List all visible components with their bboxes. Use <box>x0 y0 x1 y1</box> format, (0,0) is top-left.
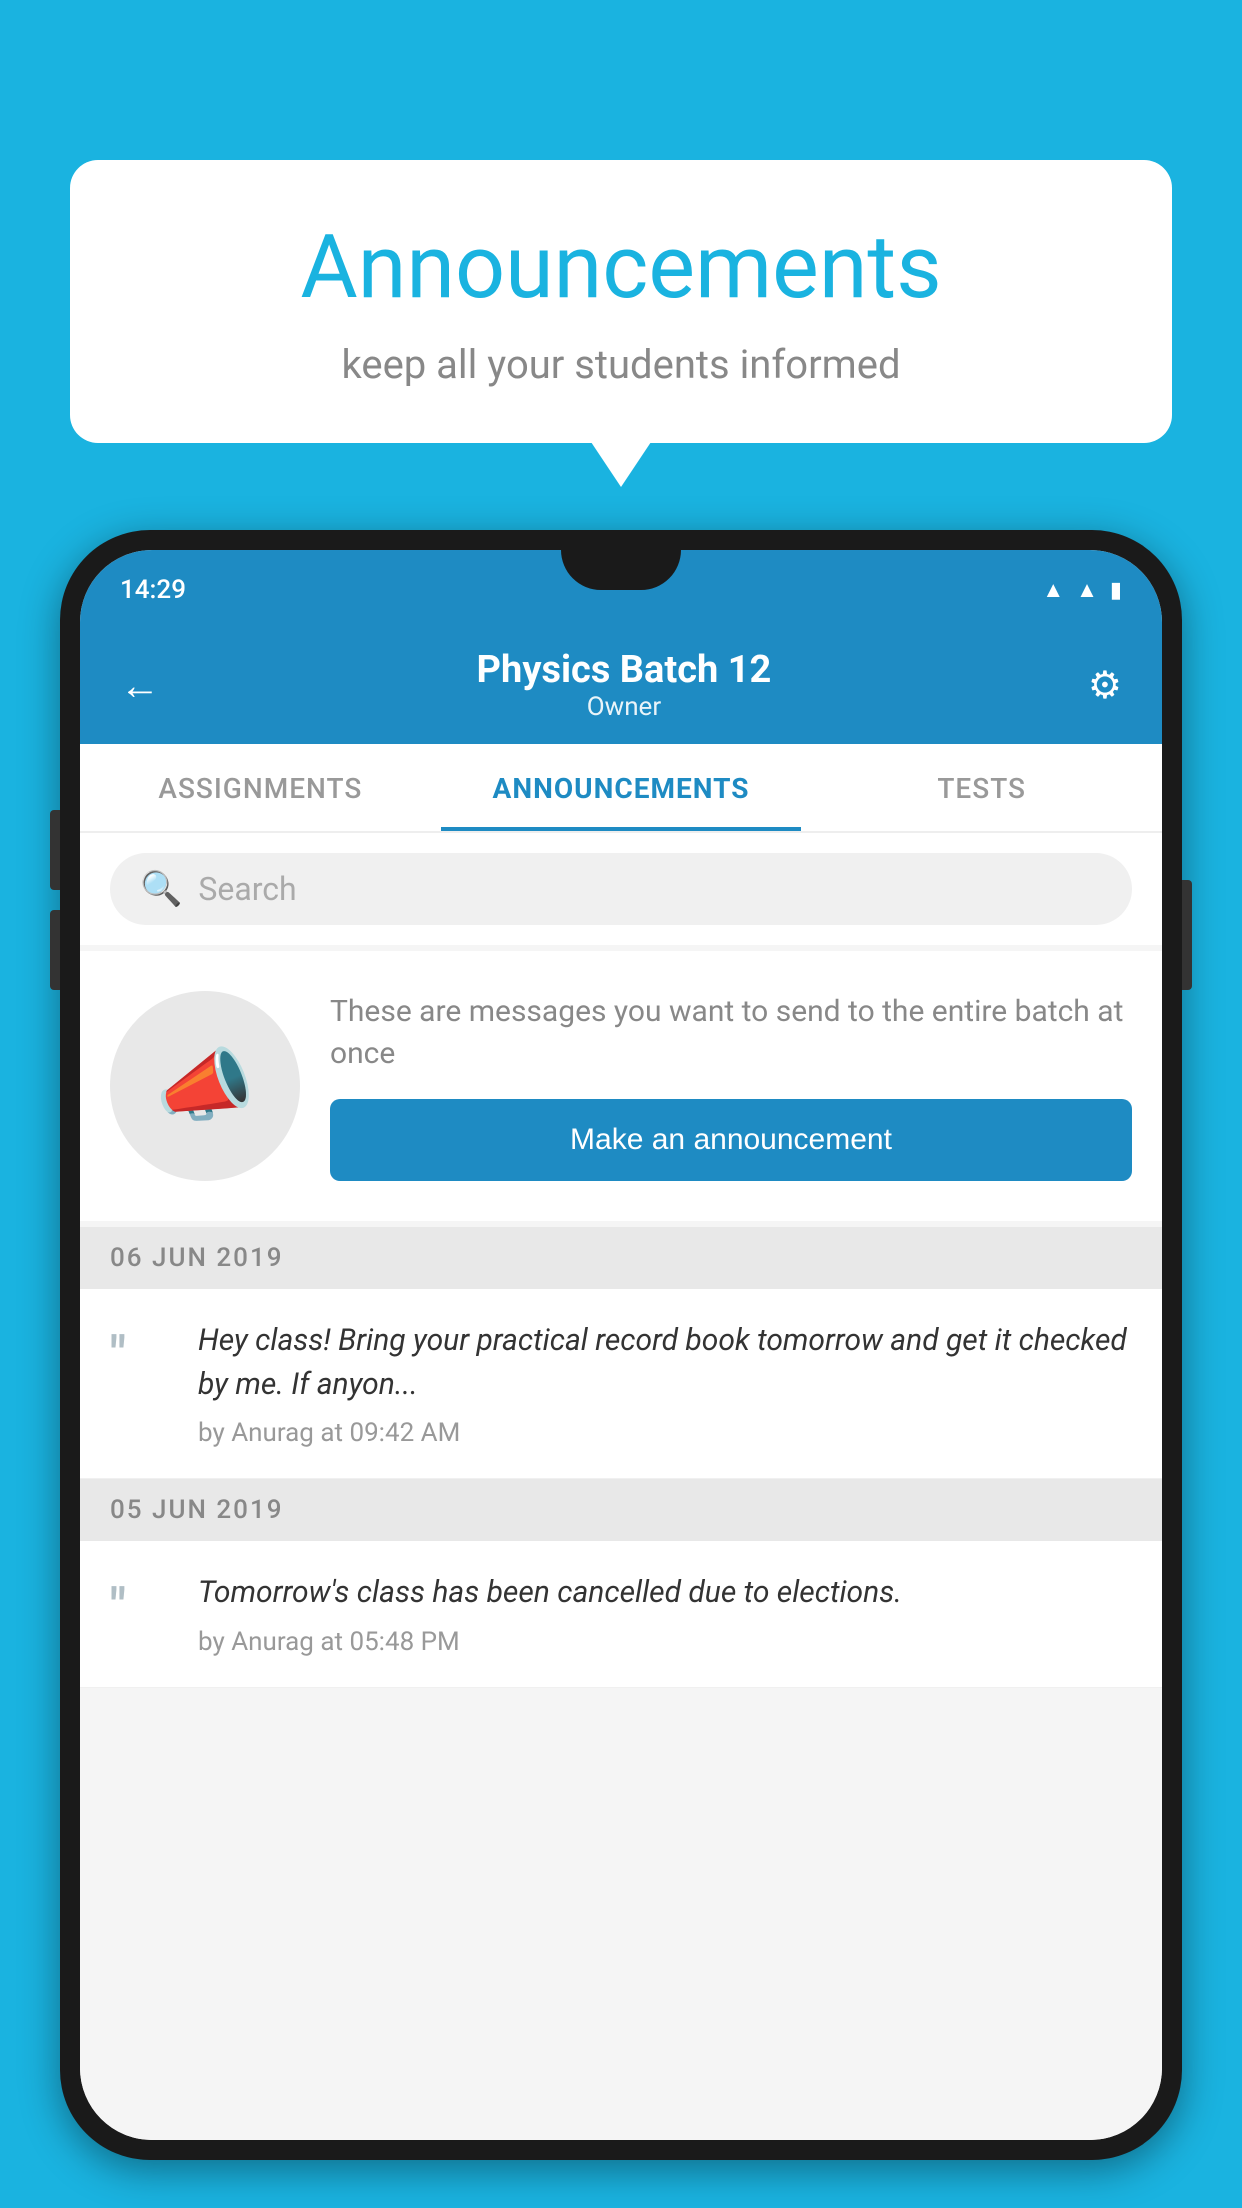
tab-assignments[interactable]: ASSIGNMENTS <box>80 744 441 831</box>
announcement-text-2: Tomorrow's class has been cancelled due … <box>198 1571 902 1615</box>
search-placeholder: Search <box>198 870 296 908</box>
announcement-content-1: Hey class! Bring your practical record b… <box>198 1319 1132 1448</box>
announcement-prompt: 📣 These are messages you want to send to… <box>80 951 1162 1221</box>
app-bar-subtitle: Owner <box>477 692 772 722</box>
quote-icon-2: " <box>110 1579 170 1657</box>
app-bar: ← Physics Batch 12 Owner ⚙ <box>80 630 1162 744</box>
search-bar-container: 🔍 Search <box>80 833 1162 945</box>
volume-buttons <box>50 810 60 990</box>
status-bar: 14:29 ▲ ▲ ▮ <box>80 550 1162 630</box>
make-announcement-button[interactable]: Make an announcement <box>330 1099 1132 1181</box>
wifi-icon: ▲ <box>1042 577 1064 603</box>
status-time: 14:29 <box>120 575 186 605</box>
power-button[interactable] <box>1182 880 1192 990</box>
phone-container: 14:29 ▲ ▲ ▮ ← Physics Batch 12 Owner ⚙ A… <box>60 530 1182 2208</box>
prompt-right: These are messages you want to send to t… <box>330 991 1132 1181</box>
status-icons: ▲ ▲ ▮ <box>1042 577 1122 603</box>
megaphone-icon: 📣 <box>155 1039 255 1133</box>
tabs-bar: ASSIGNMENTS ANNOUNCEMENTS TESTS <box>80 744 1162 833</box>
megaphone-circle: 📣 <box>110 991 300 1181</box>
app-bar-title: Physics Batch 12 <box>477 648 772 692</box>
speech-bubble-section: Announcements keep all your students inf… <box>70 160 1172 443</box>
bubble-subtitle: keep all your students informed <box>150 341 1092 388</box>
search-icon: 🔍 <box>140 869 182 909</box>
announcement-meta-2: by Anurag at 05:48 PM <box>198 1627 902 1657</box>
battery-icon: ▮ <box>1110 578 1122 603</box>
date-separator-2: 05 JUN 2019 <box>80 1479 1162 1541</box>
settings-button[interactable]: ⚙ <box>1088 663 1122 708</box>
bubble-title: Announcements <box>150 220 1092 317</box>
content-area: 🔍 Search 📣 These are messages you want t… <box>80 833 1162 2140</box>
signal-icon: ▲ <box>1076 577 1098 603</box>
notch <box>561 550 681 590</box>
search-bar[interactable]: 🔍 Search <box>110 853 1132 925</box>
tab-announcements[interactable]: ANNOUNCEMENTS <box>441 744 802 831</box>
app-bar-center: Physics Batch 12 Owner <box>477 648 772 722</box>
date-separator-1: 06 JUN 2019 <box>80 1227 1162 1289</box>
speech-bubble: Announcements keep all your students inf… <box>70 160 1172 443</box>
phone-screen: 14:29 ▲ ▲ ▮ ← Physics Batch 12 Owner ⚙ A… <box>80 550 1162 2140</box>
announcement-content-2: Tomorrow's class has been cancelled due … <box>198 1571 902 1657</box>
volume-up-button[interactable] <box>50 810 60 890</box>
announcement-meta-1: by Anurag at 09:42 AM <box>198 1418 1132 1448</box>
quote-icon-1: " <box>110 1327 170 1448</box>
announcement-item-1[interactable]: " Hey class! Bring your practical record… <box>80 1289 1162 1479</box>
announcement-text-1: Hey class! Bring your practical record b… <box>198 1319 1132 1406</box>
tab-tests[interactable]: TESTS <box>801 744 1162 831</box>
prompt-description: These are messages you want to send to t… <box>330 991 1132 1075</box>
phone-outer: 14:29 ▲ ▲ ▮ ← Physics Batch 12 Owner ⚙ A… <box>60 530 1182 2160</box>
back-button[interactable]: ← <box>120 662 160 709</box>
announcement-item-2[interactable]: " Tomorrow's class has been cancelled du… <box>80 1541 1162 1688</box>
volume-down-button[interactable] <box>50 910 60 990</box>
